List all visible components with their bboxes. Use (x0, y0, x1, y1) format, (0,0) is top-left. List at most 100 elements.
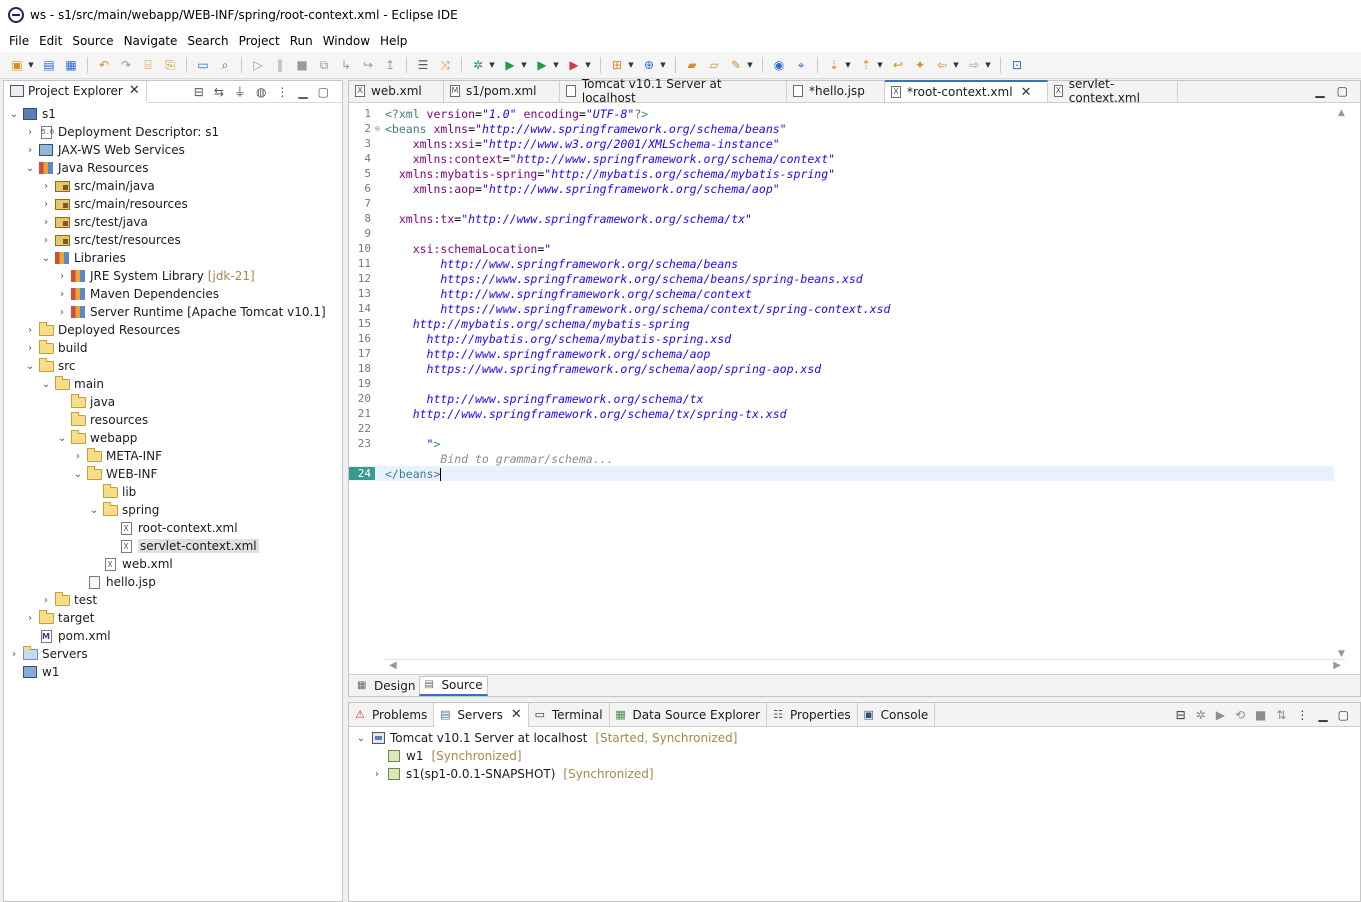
tree-item[interactable]: ⌄ src (4, 357, 342, 375)
minimize-icon[interactable]: ▁ (1318, 708, 1327, 722)
close-icon[interactable]: ✕ (129, 83, 140, 98)
tree-item[interactable]: Xweb.xml (4, 555, 342, 573)
new-server-icon[interactable]: ⊞ (609, 57, 625, 73)
collapsed-twisty-icon[interactable]: › (40, 199, 52, 210)
menu-source[interactable]: Source (67, 34, 118, 48)
collapse-all-icon[interactable]: ⊟ (194, 85, 204, 99)
task-icon[interactable]: ✎ (728, 57, 744, 73)
code-line[interactable]: 15 http://mybatis.org/schema/mybatis-spr… (349, 316, 1334, 331)
code-line[interactable]: 11 http://www.springframework.org/schema… (349, 256, 1334, 271)
code-line[interactable]: 2 ⊖ <beans xmlns="http://www.springframewo… (349, 121, 1334, 136)
expanded-twisty-icon[interactable]: ⌄ (56, 433, 68, 444)
code-line[interactable]: 9 (349, 226, 1334, 241)
back-dropdown-icon[interactable]: ▼ (952, 57, 960, 73)
code-line[interactable]: 22 (349, 421, 1334, 436)
external-tools-dropdown-icon[interactable]: ▼ (584, 57, 592, 73)
tree-item[interactable]: w1 (4, 663, 342, 681)
start-server-icon[interactable]: ▶ (1216, 708, 1225, 722)
code-line[interactable]: 20 http://www.springframework.org/schema… (349, 391, 1334, 406)
collapse-icon[interactable]: ⊟ (1176, 708, 1186, 722)
tree-item[interactable]: › build (4, 339, 342, 357)
editor-tab[interactable]: Xweb.xml (349, 80, 444, 102)
toggle-view-icon[interactable]: ☰ (415, 57, 431, 73)
pin-icon[interactable]: ✦ (912, 57, 928, 73)
code-line[interactable]: 5 xmlns:mybatis-spring="http://mybatis.o… (349, 166, 1334, 181)
expanded-twisty-icon[interactable]: ⌄ (40, 379, 52, 390)
tree-item[interactable]: Xservlet-context.xml (4, 537, 342, 555)
debug-icon[interactable]: ✲ (470, 57, 486, 73)
tree-item[interactable]: ⌄ Libraries (4, 249, 342, 267)
editor-tab[interactable]: Xservlet-context.xml (1048, 77, 1178, 105)
tree-item[interactable]: › src/test/java (4, 213, 342, 231)
tree-item[interactable]: lib (4, 483, 342, 501)
collapsed-twisty-icon[interactable]: › (56, 271, 68, 282)
globe-icon[interactable]: ◉ (771, 57, 787, 73)
filter-icon[interactable]: ⏚ (234, 83, 246, 100)
profile-server-icon[interactable]: ⟲ (1235, 708, 1245, 722)
code-line[interactable]: 10 xsi:schemaLocation=" (349, 241, 1334, 256)
open-perspective-icon[interactable]: ⊡ (1009, 57, 1025, 73)
expanded-twisty-icon[interactable]: ⌄ (72, 469, 84, 480)
server-tree-item[interactable]: w1 [Synchronized] (353, 747, 1360, 765)
view-tab[interactable]: ▤ Servers ✕ (434, 702, 529, 727)
server-tree-item[interactable]: ⌄ Tomcat v10.1 Server at localhost [Starte… (353, 729, 1360, 747)
tree-item[interactable]: › Servers (4, 645, 342, 663)
collapsed-twisty-icon[interactable]: › (24, 127, 36, 138)
external-tools-icon[interactable]: ▶ (566, 57, 582, 73)
build-icon[interactable]: ⌸ (140, 57, 156, 73)
code-line[interactable]: Bind to grammar/schema... (349, 451, 1334, 466)
previous-annotation-icon[interactable]: ⇡ (858, 57, 874, 73)
tab-source[interactable]: ▤ Source (419, 675, 488, 696)
tree-item[interactable]: › Maven Dependencies (4, 285, 342, 303)
minimize-icon[interactable]: ▁ (1315, 84, 1324, 98)
menu-navigate[interactable]: Navigate (119, 34, 183, 48)
editor-tab[interactable]: Ms1/pom.xml (444, 80, 560, 102)
view-menu-icon[interactable]: ⋮ (276, 85, 288, 99)
open-folder-icon[interactable]: ▰ (684, 57, 700, 73)
code-line[interactable]: 7 (349, 196, 1334, 211)
terminate-icon[interactable]: ■ (294, 57, 310, 73)
tree-item[interactable]: ⌄ webapp (4, 429, 342, 447)
editor-tab[interactable]: *hello.jsp (787, 80, 885, 102)
menu-help[interactable]: Help (375, 34, 412, 48)
xml-source-editor[interactable]: 1 <?xml version="1.0" encoding="UTF-8"?> 2… (349, 104, 1349, 659)
maximize-icon[interactable]: ▢ (1337, 84, 1348, 98)
code-line[interactable]: 4 xmlns:context="http://www.springframew… (349, 151, 1334, 166)
run-dropdown-icon[interactable]: ▼ (520, 57, 528, 73)
save-all-icon[interactable]: ▦ (63, 57, 79, 73)
fold-collapse-icon[interactable]: ⊖ (375, 124, 385, 133)
tree-item[interactable]: › META-INF (4, 447, 342, 465)
view-menu-icon[interactable]: ⋮ (1296, 708, 1308, 722)
code-line[interactable]: 19 (349, 376, 1334, 391)
code-line[interactable]: 12 https://www.springframework.org/schem… (349, 271, 1334, 286)
code-line[interactable]: 3 xmlns:xsi="http://www.w3.org/2001/XMLS… (349, 136, 1334, 151)
content-assist-hint[interactable]: Bind to grammar/schema... (385, 452, 613, 466)
tree-item[interactable]: ⌄ main (4, 375, 342, 393)
new-dropdown-icon[interactable]: ▼ (27, 57, 35, 73)
maximize-icon[interactable]: ▢ (1338, 708, 1349, 722)
browser-icon[interactable]: ⌖ (793, 57, 809, 73)
menu-file[interactable]: File (4, 34, 34, 48)
expanded-twisty-icon[interactable]: ⌄ (40, 253, 52, 264)
tree-item[interactable]: Mpom.xml (4, 627, 342, 645)
debug-server-icon[interactable]: ✲ (1196, 708, 1206, 722)
code-line[interactable]: 21 http://www.springframework.org/schema… (349, 406, 1334, 421)
code-line[interactable]: 17 http://www.springframework.org/schema… (349, 346, 1334, 361)
open-type-icon[interactable]: ⎘ (162, 57, 178, 73)
code-line[interactable]: 24 </beans> (349, 466, 1334, 481)
tree-item[interactable]: java (4, 393, 342, 411)
horizontal-scrollbar[interactable]: ◀ ▶ (385, 659, 1345, 673)
expanded-twisty-icon[interactable]: ⌄ (355, 733, 367, 744)
tree-item[interactable]: Xroot-context.xml (4, 519, 342, 537)
scroll-down-icon[interactable]: ▼ (1338, 649, 1345, 659)
close-icon[interactable]: ✕ (1021, 85, 1032, 100)
new-icon[interactable]: ▣ (9, 57, 25, 73)
collapsed-twisty-icon[interactable]: › (8, 649, 20, 660)
collapsed-twisty-icon[interactable]: › (40, 235, 52, 246)
tree-item[interactable]: ⌄ s1 (4, 105, 342, 123)
collapsed-twisty-icon[interactable]: › (56, 307, 68, 318)
tree-item[interactable]: › 5.0 Deployment Descriptor: s1 (4, 123, 342, 141)
tree-item[interactable]: › JAX-WS Web Services (4, 141, 342, 159)
scroll-left-icon[interactable]: ◀ (389, 660, 397, 671)
redo-icon[interactable]: ↷ (118, 57, 134, 73)
